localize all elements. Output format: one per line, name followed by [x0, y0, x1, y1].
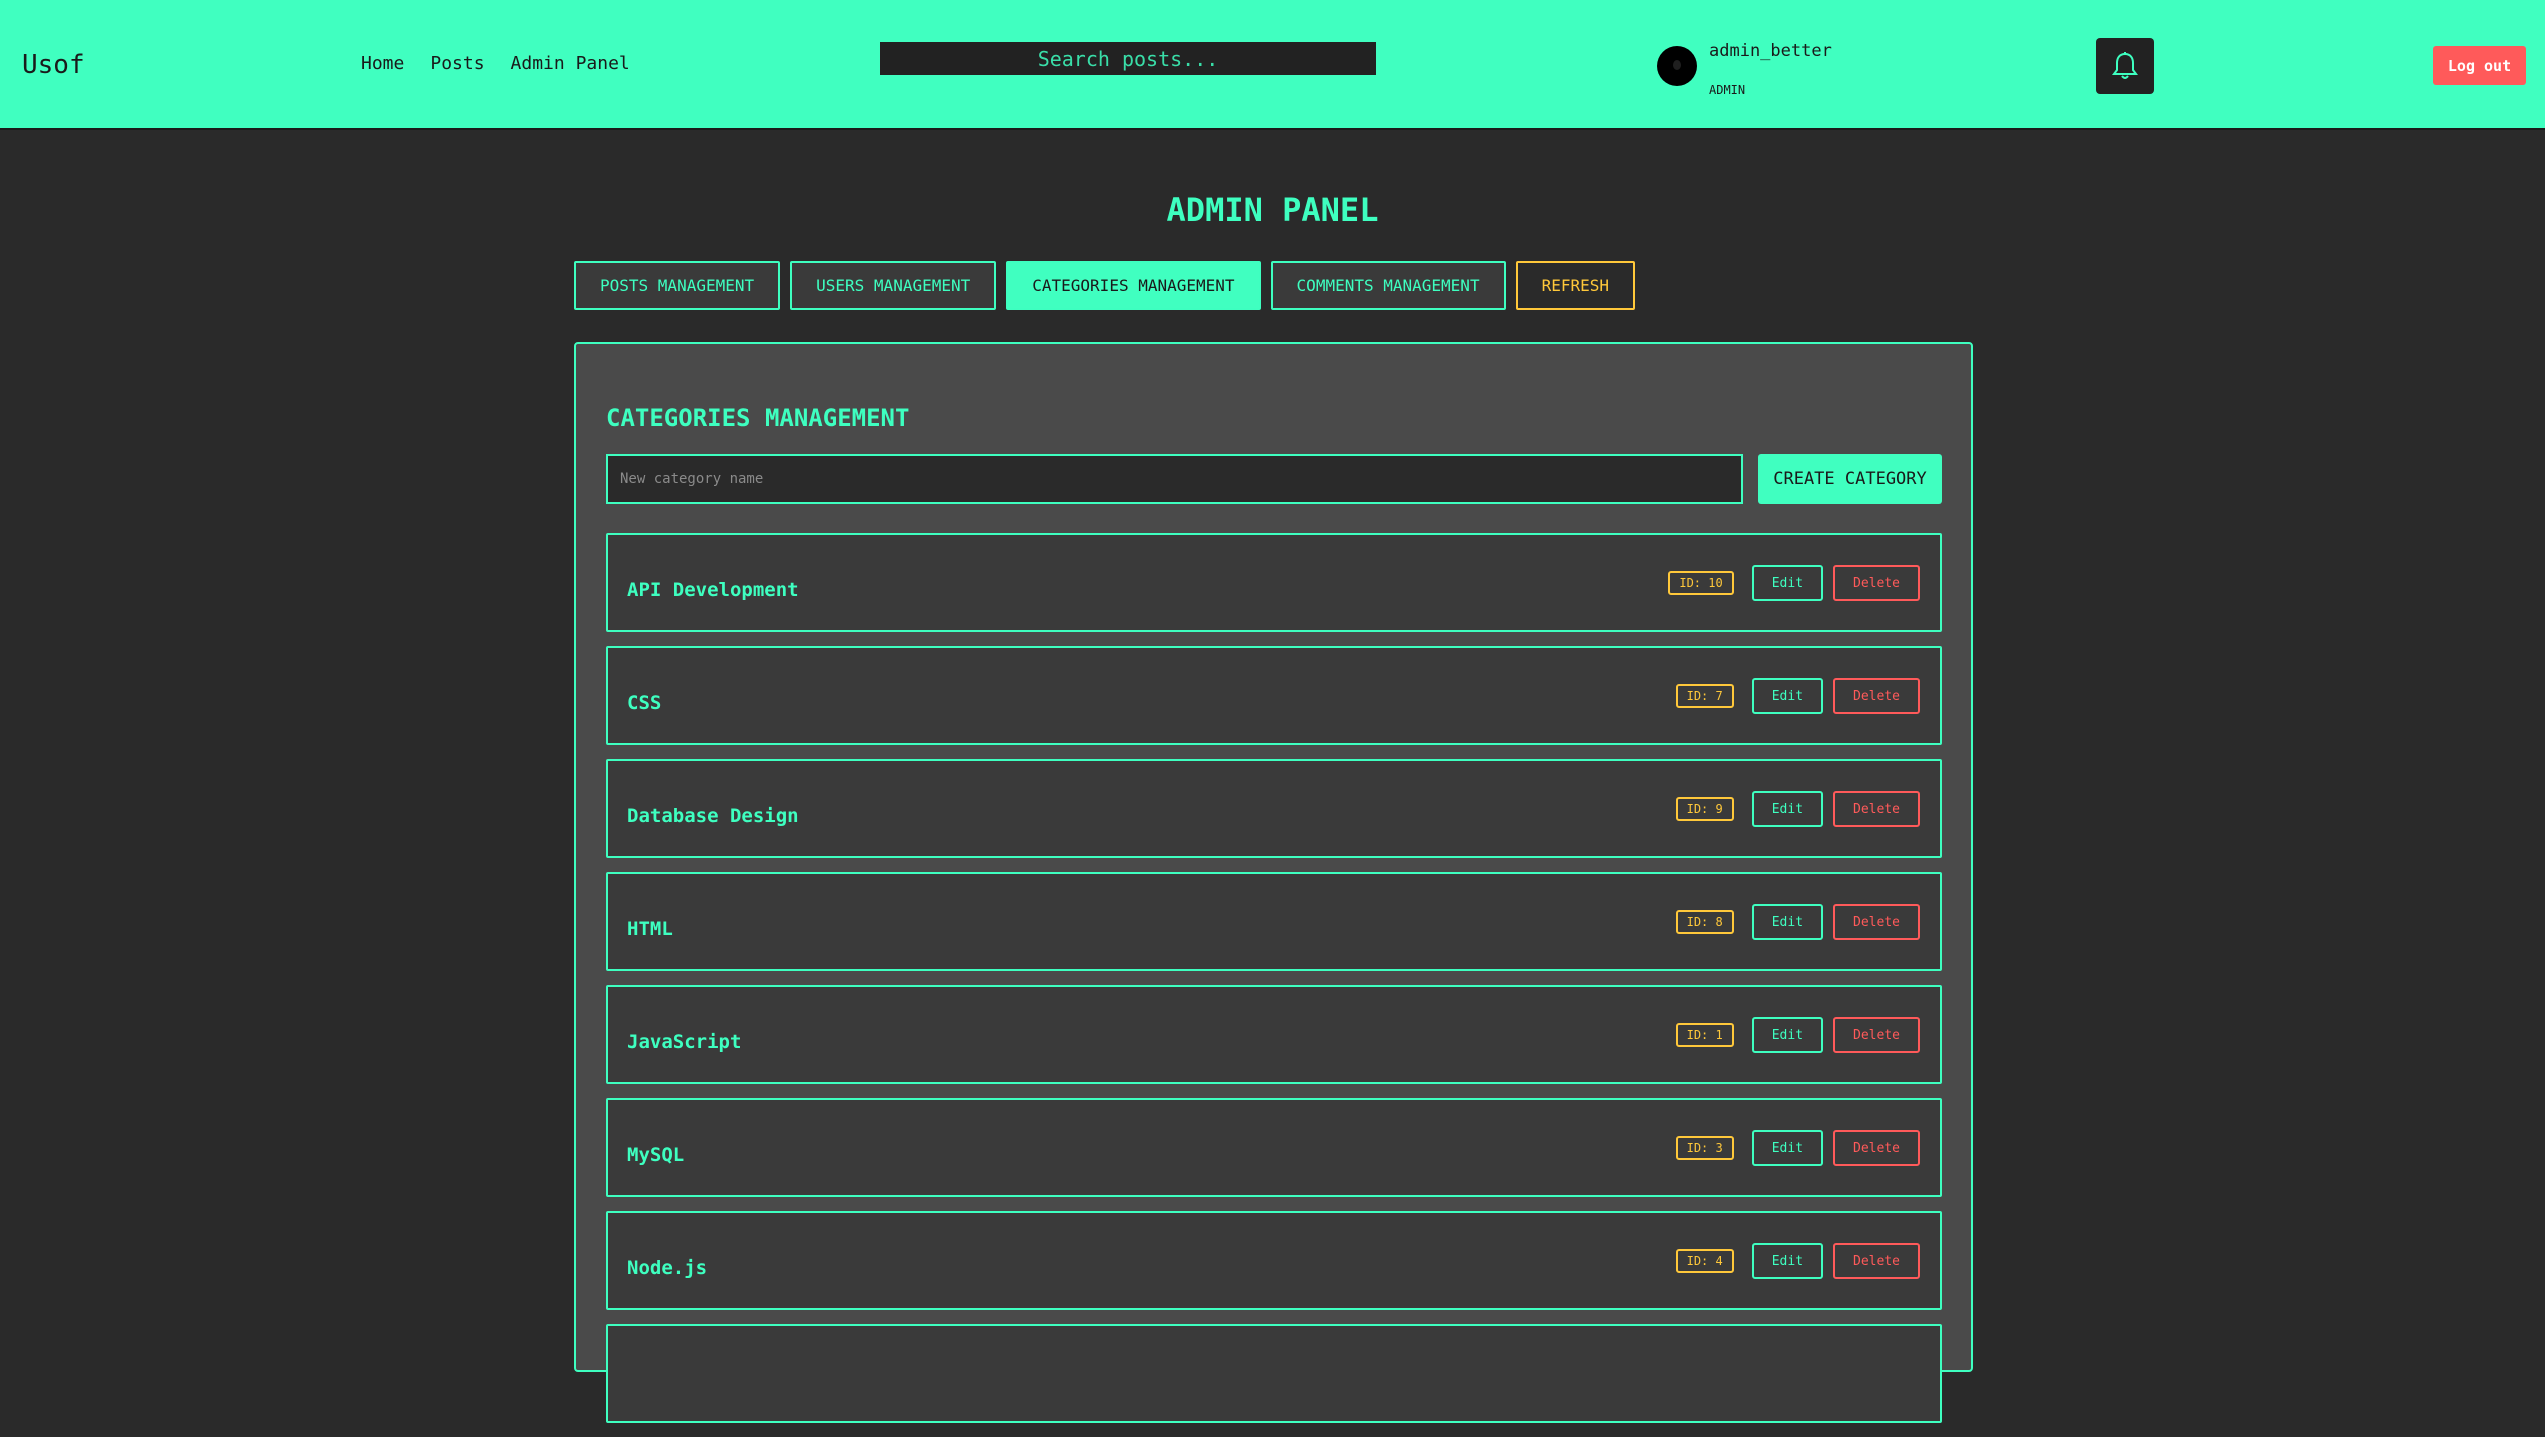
category-list: API Development ID: 10 Edit Delete CSS I… [606, 533, 1942, 1437]
category-id-badge: ID: 1 [1675, 1023, 1734, 1047]
category-row: CSS ID: 7 Edit Delete [606, 646, 1942, 745]
delete-button[interactable]: Delete [1833, 565, 1920, 601]
delete-button[interactable]: Delete [1833, 1017, 1920, 1053]
category-id-badge: ID: 7 [1675, 684, 1734, 708]
new-category-input[interactable] [606, 454, 1743, 504]
category-row-partial [606, 1324, 1942, 1423]
category-row: HTML ID: 8 Edit Delete [606, 872, 1942, 971]
panel-title: CATEGORIES MANAGEMENT [606, 404, 910, 432]
categories-panel: CATEGORIES MANAGEMENT CREATE CATEGORY AP… [574, 342, 1973, 1423]
category-name: Database Design [627, 805, 799, 827]
edit-button[interactable]: Edit [1751, 1130, 1824, 1166]
category-name: Node.js [627, 1257, 708, 1279]
category-row: API Development ID: 10 Edit Delete [606, 533, 1942, 632]
category-name: HTML [627, 918, 673, 940]
nav-home-link[interactable]: Home [361, 53, 404, 74]
delete-button[interactable]: Delete [1833, 904, 1920, 940]
delete-button[interactable]: Delete [1833, 791, 1920, 827]
refresh-button[interactable]: REFRESH [1515, 261, 1636, 310]
logo[interactable]: Usof [22, 50, 85, 80]
logout-button[interactable]: Log out [2433, 46, 2526, 85]
tab-users-management[interactable]: USERS MANAGEMENT [790, 261, 997, 310]
nav-admin-panel-link[interactable]: Admin Panel [511, 53, 630, 74]
category-name: MySQL [627, 1144, 685, 1166]
admin-tabs: POSTS MANAGEMENT USERS MANAGEMENT CATEGO… [574, 261, 1636, 310]
edit-button[interactable]: Edit [1751, 791, 1824, 827]
edit-button[interactable]: Edit [1751, 1017, 1824, 1053]
create-category-button[interactable]: CREATE CATEGORY [1758, 454, 1942, 504]
edit-button[interactable]: Edit [1751, 678, 1824, 714]
edit-button[interactable]: Edit [1751, 904, 1824, 940]
category-row: Database Design ID: 9 Edit Delete [606, 759, 1942, 858]
notifications-button[interactable] [2096, 38, 2154, 94]
delete-button[interactable]: Delete [1833, 1130, 1920, 1166]
bell-icon [2112, 52, 2138, 79]
category-id-badge: ID: 4 [1675, 1249, 1734, 1273]
category-id-badge: ID: 8 [1675, 910, 1734, 934]
top-navbar: Usof Home Posts Admin Panel admin_better… [0, 0, 2545, 130]
category-row: JavaScript ID: 1 Edit Delete [606, 985, 1942, 1084]
tab-categories-management[interactable]: CATEGORIES MANAGEMENT [1006, 261, 1261, 310]
delete-button[interactable]: Delete [1833, 1243, 1920, 1279]
nav-posts-link[interactable]: Posts [430, 53, 484, 74]
delete-button[interactable]: Delete [1833, 678, 1920, 714]
username: admin_better [1709, 41, 1832, 61]
category-id-badge: ID: 10 [1668, 571, 1734, 595]
page-title: ADMIN PANEL [1166, 191, 1379, 229]
category-row: MySQL ID: 3 Edit Delete [606, 1098, 1942, 1197]
search-input[interactable] [880, 42, 1376, 75]
tab-comments-management[interactable]: COMMENTS MANAGEMENT [1270, 261, 1506, 310]
category-id-badge: ID: 9 [1675, 797, 1734, 821]
edit-button[interactable]: Edit [1751, 565, 1824, 601]
tab-posts-management[interactable]: POSTS MANAGEMENT [574, 261, 781, 310]
avatar[interactable] [1657, 46, 1697, 86]
category-name: JavaScript [627, 1031, 742, 1053]
main-nav: Home Posts Admin Panel [361, 53, 630, 74]
category-id-badge: ID: 3 [1675, 1136, 1734, 1160]
user-role: ADMIN [1709, 83, 1746, 97]
category-name: API Development [627, 579, 799, 601]
category-row: Node.js ID: 4 Edit Delete [606, 1211, 1942, 1310]
edit-button[interactable]: Edit [1751, 1243, 1824, 1279]
category-name: CSS [627, 692, 662, 714]
